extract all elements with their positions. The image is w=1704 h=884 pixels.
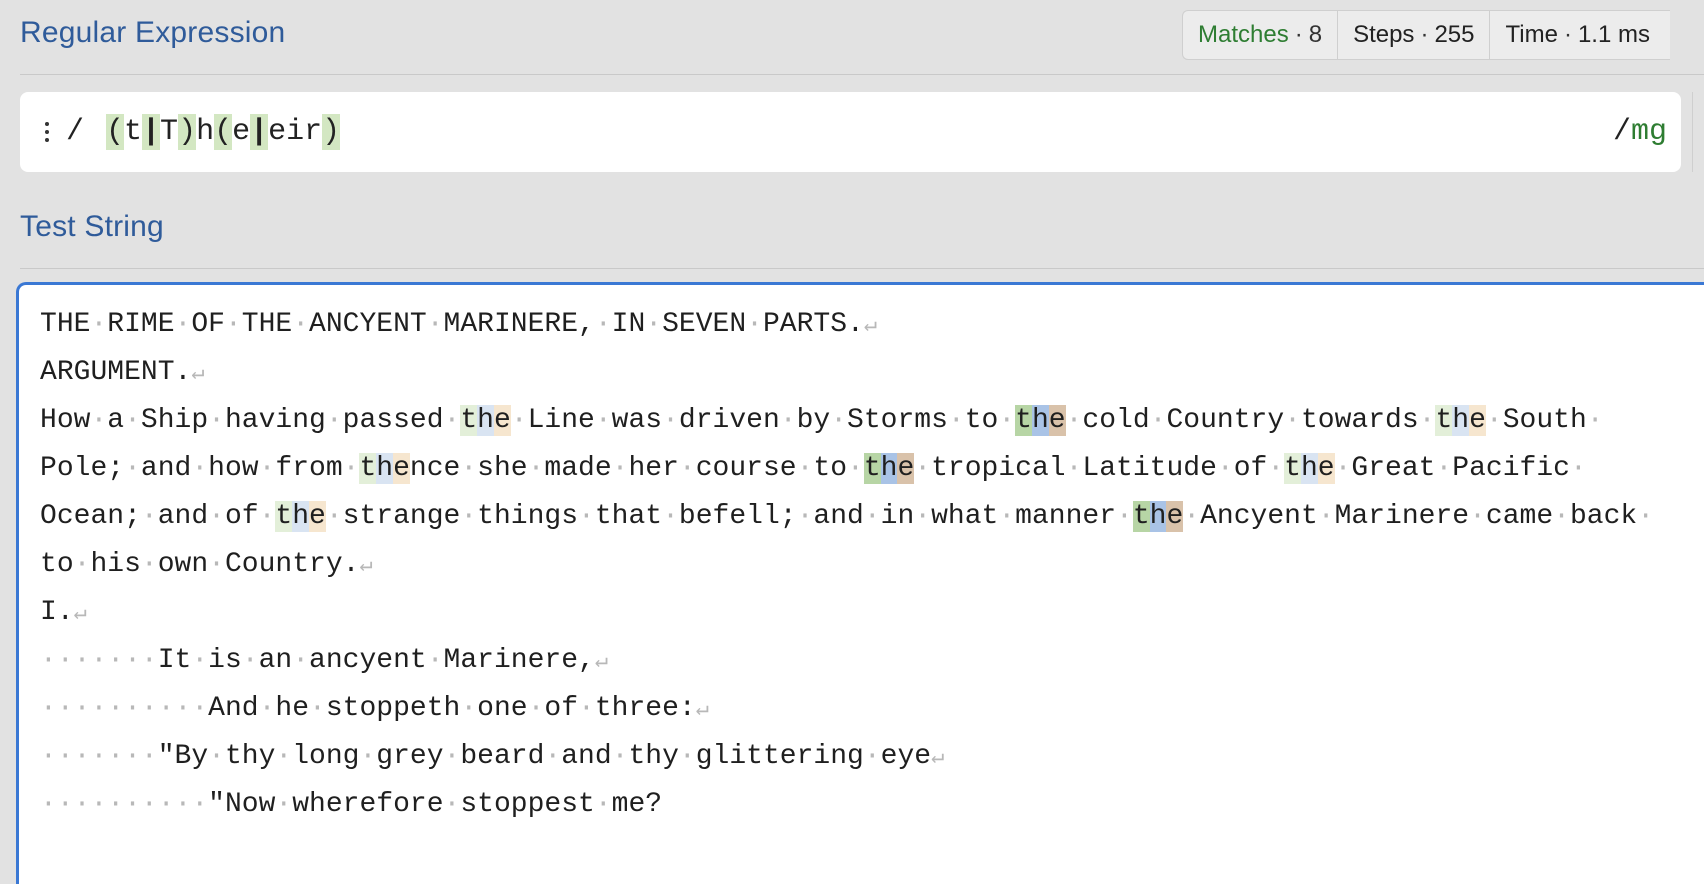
newline-marker: ↵ bbox=[73, 601, 87, 626]
test-string-line: I.↵ bbox=[40, 597, 87, 628]
match-stats: Matches · 8 Steps · 255 Time · 1.1 ms bbox=[1182, 10, 1670, 60]
match-highlight: the bbox=[1435, 405, 1486, 436]
newline-marker: ↵ bbox=[191, 361, 205, 386]
match-highlight: the bbox=[863, 453, 915, 484]
match-highlight: the bbox=[1284, 453, 1335, 484]
regex-flags[interactable]: mg bbox=[1631, 114, 1667, 150]
match-highlight: the bbox=[275, 501, 326, 532]
match-highlight: the bbox=[1015, 405, 1066, 436]
test-string-line: Pole;·and·how·from·thence·she·made·her·c… bbox=[40, 445, 1654, 493]
regex-delimiter-close: / bbox=[1612, 115, 1631, 149]
divider bbox=[1692, 92, 1693, 172]
regex-token: t bbox=[124, 115, 143, 149]
more-options-icon[interactable] bbox=[40, 112, 54, 152]
regex-tester: Regular Expression Matches · 8 Steps · 2… bbox=[0, 0, 1704, 884]
test-string-line: THE·RIME·OF·THE·ANCYENT·MARINERE,·IN·SEV… bbox=[40, 309, 878, 340]
matches-stat[interactable]: Matches · 8 bbox=[1183, 11, 1339, 59]
steps-stat[interactable]: Steps · 255 bbox=[1338, 11, 1491, 59]
test-section-title: Test String bbox=[20, 210, 164, 243]
test-string-line: ARGUMENT.↵ bbox=[40, 357, 205, 388]
match-highlight: the bbox=[460, 405, 511, 436]
matches-value: 8 bbox=[1308, 21, 1323, 48]
separator-dot: · bbox=[1563, 21, 1572, 48]
test-string-lines: THE·RIME·OF·THE·ANCYENT·MARINERE,·IN·SEV… bbox=[40, 301, 1654, 829]
newline-marker: ↵ bbox=[594, 649, 609, 674]
matches-label: Matches bbox=[1198, 21, 1289, 48]
regex-token: ) bbox=[178, 114, 197, 150]
time-stat[interactable]: Time · 1.1 ms bbox=[1490, 11, 1669, 59]
regex-token: | bbox=[142, 114, 161, 150]
regex-input-bar: / (t | T) h(e | eir) / mg bbox=[20, 92, 1693, 172]
match-highlight: the bbox=[359, 453, 410, 484]
regex-delimiter-open: / bbox=[66, 115, 85, 149]
separator-dot: · bbox=[1420, 21, 1429, 48]
newline-marker: ↵ bbox=[695, 697, 709, 722]
regex-token: eir bbox=[268, 115, 323, 149]
regex-token: h bbox=[196, 115, 215, 149]
regex-token: ) bbox=[322, 114, 341, 150]
steps-label: Steps bbox=[1353, 21, 1415, 48]
regex-token: | bbox=[250, 114, 269, 150]
test-string-line: to·his·own·Country.↵ bbox=[40, 549, 373, 580]
regex-token: ( bbox=[214, 114, 233, 150]
separator-dot: · bbox=[1294, 21, 1303, 48]
test-string-editor[interactable]: THE·RIME·OF·THE·ANCYENT·MARINERE,·IN·SEV… bbox=[16, 282, 1704, 884]
regex-section-title: Regular Expression bbox=[20, 16, 286, 49]
regex-token: ( bbox=[106, 114, 125, 150]
test-string-line: ·······It·is·an·ancyent·Marinere,↵ bbox=[40, 645, 609, 676]
newline-marker: ↵ bbox=[359, 553, 373, 578]
time-value: 1.1 ms bbox=[1577, 21, 1650, 48]
test-section-header: Test String bbox=[20, 196, 1704, 269]
match-highlight: the bbox=[1132, 501, 1184, 532]
newline-marker: ↵ bbox=[863, 313, 878, 338]
test-string-line: ·······"By·thy·long·grey·beard·and·thy·g… bbox=[40, 741, 945, 772]
regex-token: T bbox=[160, 115, 179, 149]
newline-marker: ↵ bbox=[931, 745, 945, 770]
test-string-line: ··········And·he·stoppeth·one·of·three:↵ bbox=[40, 693, 709, 724]
test-string-line: Ocean;·and·of·the·strange·things·that·be… bbox=[40, 493, 1654, 541]
test-string-line: ··········"Now·wherefore·stoppest·me? bbox=[40, 789, 663, 820]
regex-pattern-input[interactable]: (t | T) h(e | eir) bbox=[106, 112, 341, 152]
test-string-line: How·a·Ship·having·passed·the·Line·was·dr… bbox=[40, 397, 1654, 445]
steps-value: 255 bbox=[1434, 21, 1475, 48]
time-label: Time bbox=[1505, 21, 1558, 48]
regex-token: e bbox=[232, 115, 251, 149]
